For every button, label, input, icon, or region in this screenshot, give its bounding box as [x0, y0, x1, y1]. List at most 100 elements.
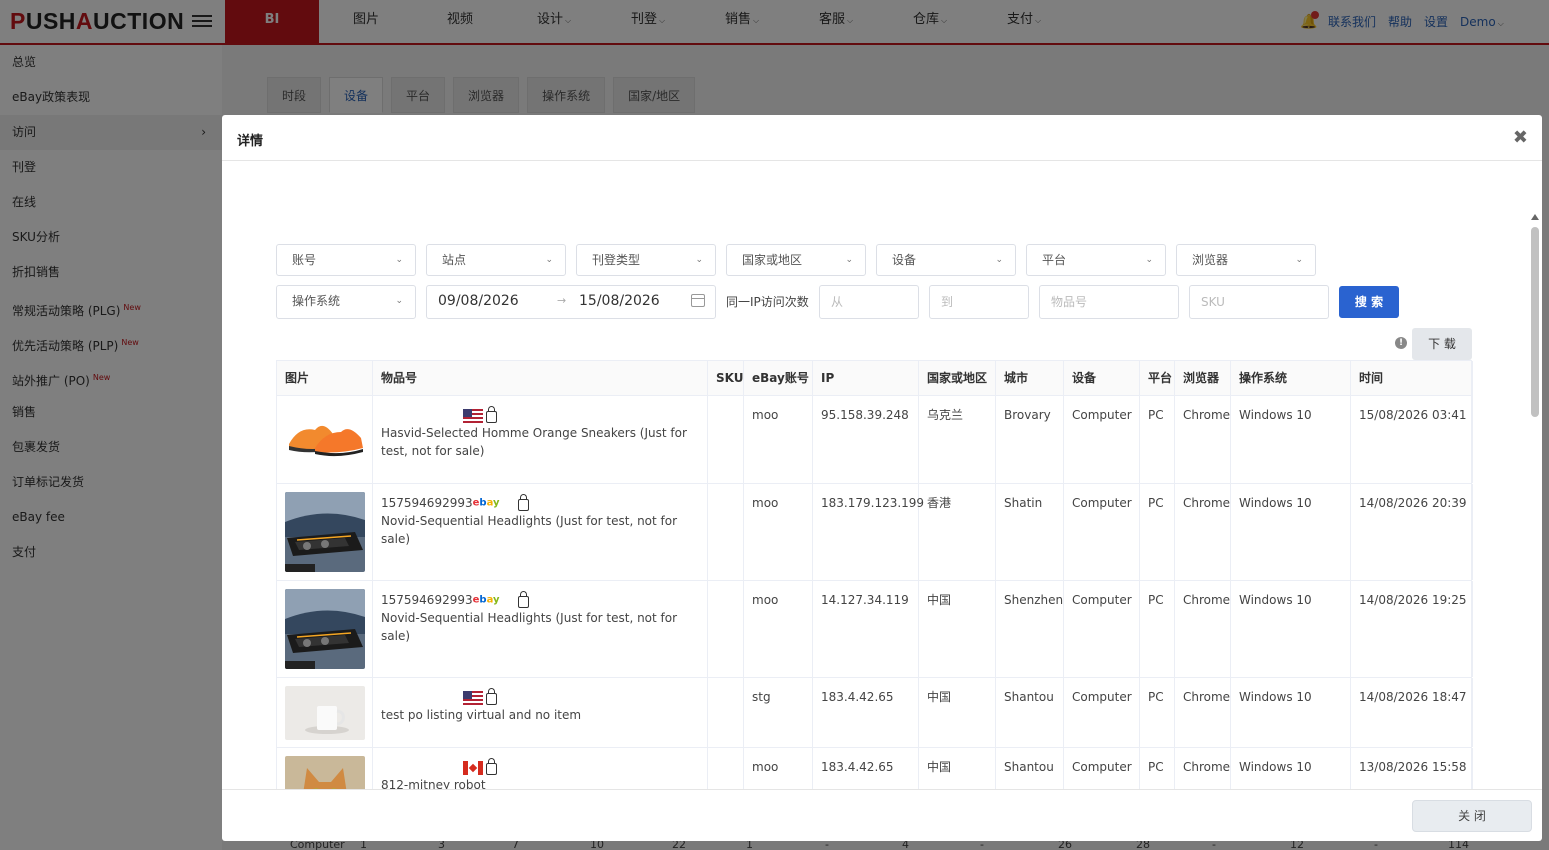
item-cell: Hasvid-Selected Homme Orange Sneakers (J… — [373, 396, 708, 483]
time-cell: 14/08/2026 18:47 — [1351, 678, 1473, 747]
item-number-input[interactable]: 物品号 — [1039, 285, 1179, 319]
search-button[interactable]: 搜 索 — [1339, 286, 1399, 318]
chevron-down-icon: ⌄ — [1145, 255, 1153, 265]
item-title[interactable]: Novid-Sequential Headlights (Just for te… — [381, 512, 687, 548]
platform-cell: PC — [1140, 396, 1175, 483]
time-cell: 14/08/2026 19:25 — [1351, 581, 1473, 677]
product-image[interactable] — [285, 404, 365, 460]
product-image[interactable] — [285, 492, 365, 572]
date-from[interactable]: 09/08/2026 — [438, 293, 519, 309]
scrollbar-thumb[interactable] — [1531, 227, 1539, 417]
table-row[interactable]: 812-mitney robot moo 183.4.42.65 中国 Shantou C… — [277, 748, 1473, 789]
modal-title: 详情 — [237, 134, 264, 149]
info-icon[interactable]: ! — [1395, 337, 1407, 349]
column-header[interactable]: 图片 — [277, 361, 373, 396]
filter-label: 站点 — [442, 253, 467, 267]
country-cell: 香港 — [919, 484, 996, 580]
product-image[interactable] — [285, 756, 365, 789]
column-header[interactable]: 设备 — [1064, 361, 1140, 396]
ca-flag-icon — [463, 760, 483, 775]
chevron-down-icon: ⌄ — [995, 255, 1003, 265]
browser-cell: Chrome — [1175, 484, 1231, 580]
close-icon[interactable]: ✖ — [1513, 127, 1528, 148]
chevron-down-icon: ⌄ — [1295, 255, 1303, 265]
product-image[interactable] — [285, 589, 365, 669]
product-thumbnail-cell — [277, 396, 373, 483]
column-header[interactable]: IP — [813, 361, 919, 396]
ip-count-to-input[interactable]: 到 — [929, 285, 1029, 319]
table-row[interactable]: Hasvid-Selected Homme Orange Sneakers (J… — [277, 396, 1473, 484]
ip-cell: 183.4.42.65 — [813, 748, 919, 789]
filter-select-4[interactable]: 设备 ⌄ — [876, 244, 1016, 276]
ip-cell: 95.158.39.248 — [813, 396, 919, 483]
sku-cell — [708, 581, 744, 677]
item-title[interactable]: Novid-Sequential Headlights (Just for te… — [381, 609, 687, 645]
filter-select-3[interactable]: 国家或地区 ⌄ — [726, 244, 866, 276]
scroll-up-icon[interactable] — [1531, 214, 1539, 220]
item-title[interactable]: test po listing virtual and no item — [381, 706, 687, 724]
product-image[interactable] — [285, 686, 365, 740]
details-modal: 详情 ✖ 账号 ⌄ 站点 ⌄ 刊登类型 ⌄ 国家或地区 ⌄ 设备 ⌄ 平台 ⌄ 浏览器 ⌄ 操作系统 ⌄ 0… — [222, 115, 1542, 841]
sku-cell — [708, 678, 744, 747]
filter-select-1[interactable]: 站点 ⌄ — [426, 244, 566, 276]
device-cell: Computer — [1064, 678, 1140, 747]
country-cell: 中国 — [919, 678, 996, 747]
column-header[interactable]: 物品号 — [373, 361, 708, 396]
ip-count-from-input[interactable]: 从 — [819, 285, 919, 319]
os-cell: Windows 10 — [1231, 748, 1351, 789]
filter-select-0[interactable]: 账号 ⌄ — [276, 244, 416, 276]
browser-cell: Chrome — [1175, 396, 1231, 483]
item-title[interactable]: Hasvid-Selected Homme Orange Sneakers (J… — [381, 424, 687, 460]
ebay-logo-icon: ebay — [472, 594, 500, 606]
account-cell: stg — [744, 678, 813, 747]
filter-select-5[interactable]: 平台 ⌄ — [1026, 244, 1166, 276]
us-flag-icon — [463, 408, 483, 423]
country-cell: 中国 — [919, 581, 996, 677]
arrow-right-icon: → — [557, 294, 567, 307]
account-cell: moo — [744, 396, 813, 483]
modal-footer: 关 闭 — [222, 789, 1542, 841]
sku-input[interactable]: SKU — [1189, 285, 1329, 319]
device-cell: Computer — [1064, 748, 1140, 789]
column-header[interactable]: 国家或地区 — [919, 361, 996, 396]
column-header[interactable]: 操作系统 — [1231, 361, 1351, 396]
table-row[interactable]: 157594692993ebay Novid-Sequential Headlig… — [277, 581, 1473, 678]
device-cell: Computer — [1064, 581, 1140, 677]
calendar-icon[interactable] — [691, 294, 705, 307]
item-meta — [381, 757, 687, 776]
column-header[interactable]: 浏览器 — [1175, 361, 1231, 396]
download-button[interactable]: 下 载 — [1412, 328, 1472, 360]
browser-cell: Chrome — [1175, 678, 1231, 747]
column-header[interactable]: 时间 — [1351, 361, 1473, 396]
sku-cell — [708, 748, 744, 789]
ip-cell: 183.4.42.65 — [813, 678, 919, 747]
item-title[interactable]: 812-mitney robot — [381, 776, 687, 789]
filter-select-6[interactable]: 浏览器 ⌄ — [1176, 244, 1316, 276]
sku-cell — [708, 396, 744, 483]
modal-header: 详情 ✖ — [222, 115, 1542, 161]
column-header[interactable]: 城市 — [996, 361, 1064, 396]
column-header[interactable]: 平台 — [1140, 361, 1175, 396]
filter-label: 设备 — [892, 253, 917, 267]
platform-cell: PC — [1140, 484, 1175, 580]
os-select[interactable]: 操作系统 ⌄ — [276, 285, 416, 319]
close-button[interactable]: 关 闭 — [1412, 800, 1532, 832]
column-header[interactable]: eBay账号 — [744, 361, 813, 396]
product-thumbnail-cell — [277, 678, 373, 747]
time-cell: 15/08/2026 03:41 — [1351, 396, 1473, 483]
item-cell: 157594692993ebay Novid-Sequential Headlig… — [373, 484, 708, 580]
table-row[interactable]: test po listing virtual and no item stg 18… — [277, 678, 1473, 748]
filter-label: 刊登类型 — [592, 253, 641, 267]
item-cell: 812-mitney robot — [373, 748, 708, 789]
date-to[interactable]: 15/08/2026 — [579, 293, 660, 309]
filter-select-2[interactable]: 刊登类型 ⌄ — [576, 244, 716, 276]
sku-cell — [708, 484, 744, 580]
browser-cell: Chrome — [1175, 581, 1231, 677]
item-number[interactable]: 157594692993 — [381, 496, 473, 510]
column-header[interactable]: SKU — [708, 361, 744, 396]
browser-cell: Chrome — [1175, 748, 1231, 789]
date-range-picker[interactable]: 09/08/2026 → 15/08/2026 — [426, 285, 716, 319]
table-row[interactable]: 157594692993ebay Novid-Sequential Headlig… — [277, 484, 1473, 581]
item-number[interactable]: 157594692993 — [381, 593, 473, 607]
filter-label: 浏览器 — [1192, 253, 1229, 267]
